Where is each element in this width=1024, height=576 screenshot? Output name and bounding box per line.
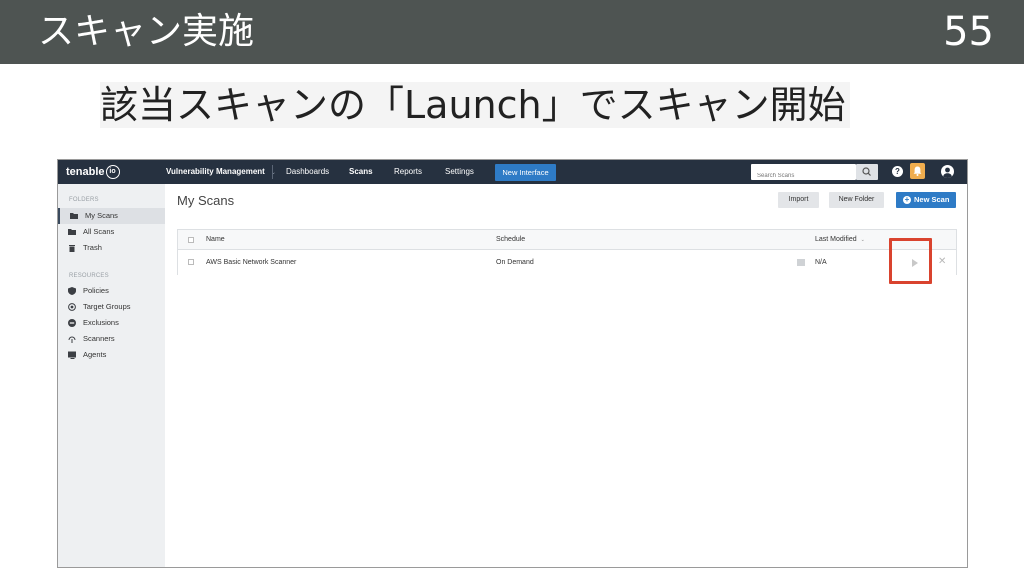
sidebar-item-label: Target Groups <box>83 302 131 311</box>
nav-divider <box>272 165 273 179</box>
slide-title: スキャン実施 <box>38 11 255 52</box>
sidebar-heading-folders: FOLDERS <box>69 197 99 203</box>
search-box <box>751 164 856 184</box>
sidebar-item-exclusions[interactable]: Exclusions <box>58 315 165 331</box>
tenable-logo[interactable]: tenable io <box>66 162 120 182</box>
column-header-schedule[interactable]: Schedule <box>496 230 525 250</box>
minus-circle-icon <box>68 319 76 327</box>
sidebar-item-my-scans[interactable]: My Scans <box>58 208 165 224</box>
help-icon[interactable]: ? <box>892 166 903 177</box>
product-switcher[interactable]: Vulnerability Management ⌄ <box>166 160 276 184</box>
sidebar: FOLDERS My Scans All Scans Trash RESOURC… <box>58 184 165 567</box>
top-nav-bar: tenable io Vulnerability Management ⌄ Dash… <box>58 160 967 184</box>
logo-badge: io <box>105 165 120 180</box>
notifications-button[interactable] <box>910 163 925 179</box>
user-menu[interactable] <box>941 165 954 178</box>
import-button[interactable]: Import <box>778 192 819 208</box>
column-header-last-modified-label: Last Modified <box>815 236 857 243</box>
search-icon <box>862 167 871 176</box>
nav-dashboards[interactable]: Dashboards <box>286 160 329 184</box>
bell-icon <box>913 166 922 176</box>
sort-icon: ⌄ <box>860 237 865 243</box>
user-icon <box>943 167 952 178</box>
nav-reports[interactable]: Reports <box>394 160 422 184</box>
sidebar-item-policies[interactable]: Policies <box>58 283 165 299</box>
logo-text: tenable <box>66 166 105 178</box>
folder-icon <box>68 229 76 235</box>
sidebar-item-all-scans[interactable]: All Scans <box>58 224 165 240</box>
new-scan-label: New Scan <box>914 195 950 204</box>
new-interface-button[interactable]: New Interface <box>495 164 556 181</box>
sidebar-item-trash[interactable]: Trash <box>58 240 165 256</box>
table-row[interactable]: AWS Basic Network Scanner On Demand N/A … <box>178 250 956 275</box>
delete-x-icon[interactable]: ✕ <box>938 257 946 267</box>
agent-icon <box>68 351 76 359</box>
slide-number: 55 <box>943 9 994 55</box>
shield-icon <box>68 287 76 295</box>
scan-last-modified: N/A <box>815 259 827 266</box>
sidebar-item-label: Agents <box>83 350 107 359</box>
select-all-checkbox[interactable] <box>188 237 194 243</box>
scanner-icon <box>68 336 76 343</box>
sidebar-item-target-groups[interactable]: Target Groups <box>58 299 165 315</box>
plus-circle-icon: + <box>903 195 911 204</box>
table-header: Name Schedule Last Modified ⌄ <box>178 230 956 250</box>
sidebar-item-scanners[interactable]: Scanners <box>58 331 165 347</box>
product-switcher-label: Vulnerability Management <box>166 167 265 176</box>
sidebar-item-label: My Scans <box>85 211 118 220</box>
row-checkbox[interactable] <box>188 259 194 265</box>
slide-header-bar: スキャン実施 55 <box>0 0 1024 64</box>
nav-scans[interactable]: Scans <box>349 160 373 184</box>
calendar-icon <box>797 259 805 266</box>
column-header-last-modified[interactable]: Last Modified ⌄ <box>815 230 865 250</box>
search-button[interactable] <box>856 164 878 180</box>
sidebar-item-label: Scanners <box>83 334 115 343</box>
slide-subtitle: 該当スキャンの「Launch」でスキャン開始 <box>100 82 850 128</box>
scan-schedule: On Demand <box>496 259 534 266</box>
page-title: My Scans <box>177 193 235 208</box>
tenable-app-window: tenable io Vulnerability Management ⌄ Dash… <box>57 159 968 568</box>
new-scan-button[interactable]: + New Scan <box>896 192 956 208</box>
sidebar-item-label: Trash <box>83 243 102 252</box>
target-icon <box>68 303 76 311</box>
sidebar-item-label: Policies <box>83 286 109 295</box>
new-folder-button[interactable]: New Folder <box>829 192 884 208</box>
search-input[interactable] <box>751 168 856 184</box>
scans-table: Name Schedule Last Modified ⌄ AWS Basic N… <box>177 229 957 275</box>
trash-icon <box>69 245 75 252</box>
sidebar-item-label: All Scans <box>83 227 115 236</box>
column-header-name[interactable]: Name <box>206 230 225 250</box>
launch-highlight-box <box>889 238 932 284</box>
sidebar-heading-resources: RESOURCES <box>69 273 109 279</box>
folder-open-icon <box>70 213 78 219</box>
sidebar-item-label: Exclusions <box>83 318 119 327</box>
scan-name[interactable]: AWS Basic Network Scanner <box>206 250 296 275</box>
nav-settings[interactable]: Settings <box>445 160 474 184</box>
sidebar-item-agents[interactable]: Agents <box>58 347 165 363</box>
